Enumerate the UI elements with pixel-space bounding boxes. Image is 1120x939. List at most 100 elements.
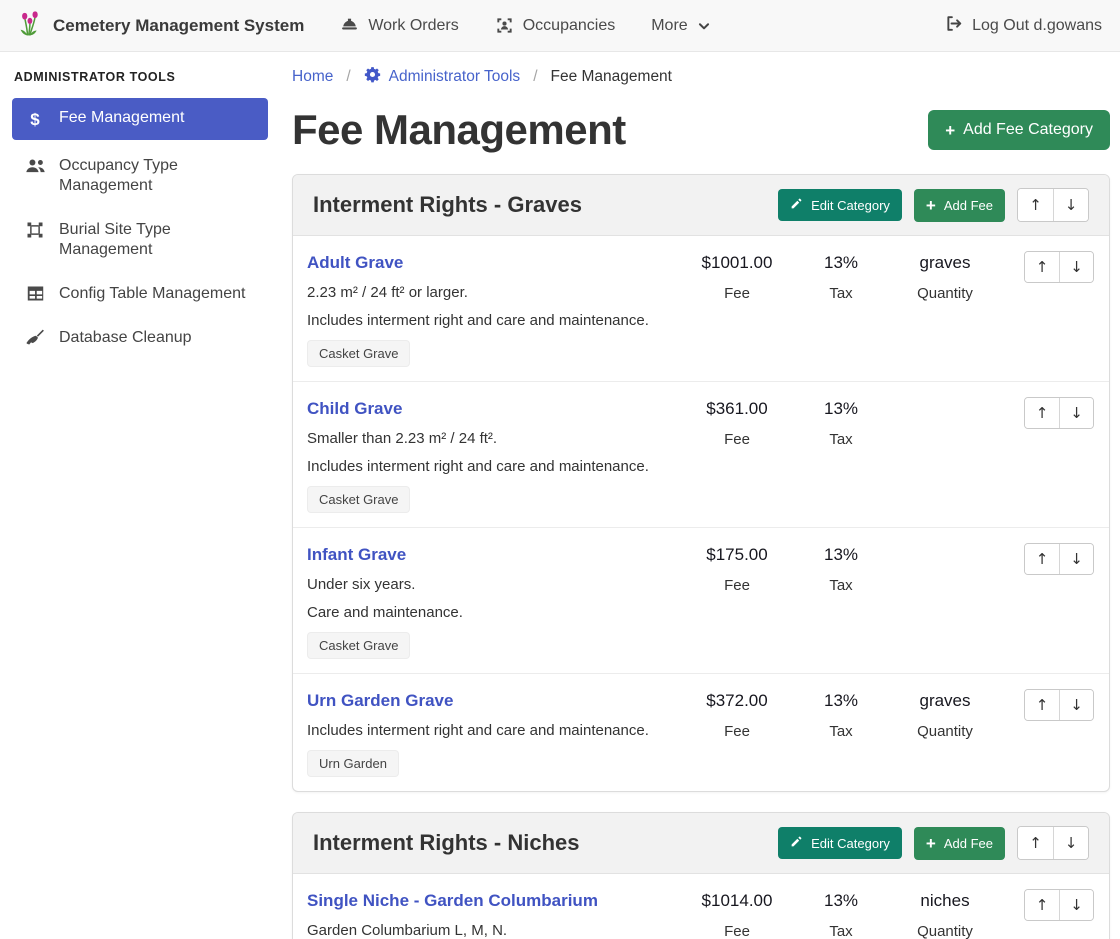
move-category-down-button[interactable]: ↓ bbox=[1053, 189, 1088, 221]
chevron-down-icon bbox=[697, 19, 711, 33]
quantity-label: Quantity bbox=[893, 923, 997, 939]
gear-icon bbox=[364, 66, 381, 88]
app-title: Cemetery Management System bbox=[53, 16, 304, 36]
quantity-column: graves Quantity bbox=[893, 689, 997, 740]
fee-description: Includes interment right and care and ma… bbox=[307, 458, 685, 475]
add-fee-category-label: Add Fee Category bbox=[963, 121, 1093, 139]
breadcrumb-home-link[interactable]: Home bbox=[292, 68, 333, 86]
move-fee-down-button[interactable]: ↓ bbox=[1059, 890, 1093, 920]
fee-description: Includes interment right and care and ma… bbox=[307, 312, 685, 329]
nav-more-label: More bbox=[651, 17, 687, 35]
sidebar-item-burial-site-type[interactable]: Burial Site Type Management bbox=[12, 212, 268, 268]
breadcrumb: Home / Administrator Tools / Fee Managem… bbox=[292, 66, 1110, 88]
breadcrumb-admin-tools-link[interactable]: Administrator Tools bbox=[364, 66, 521, 88]
breadcrumb-admin-tools-label: Administrator Tools bbox=[389, 68, 521, 86]
logout-button[interactable]: Log Out d.gowans bbox=[944, 14, 1102, 38]
add-fee-category-button[interactable]: + Add Fee Category bbox=[928, 110, 1110, 150]
tax-label: Tax bbox=[789, 431, 893, 448]
nav-occupancies[interactable]: Occupancies bbox=[495, 16, 616, 35]
quantity-label: Quantity bbox=[893, 723, 997, 740]
fee-description: Includes interment right and care and ma… bbox=[307, 722, 685, 739]
fee-name-link[interactable]: Single Niche - Garden Columbarium bbox=[307, 891, 598, 911]
nav-more[interactable]: More bbox=[651, 17, 710, 35]
fee-name-link[interactable]: Adult Grave bbox=[307, 253, 403, 273]
move-fee-down-button[interactable]: ↓ bbox=[1059, 690, 1093, 720]
fee-reorder-group: ↑ ↓ bbox=[1024, 397, 1094, 429]
move-fee-up-button[interactable]: ↑ bbox=[1025, 544, 1059, 574]
logout-label: Log Out d.gowans bbox=[972, 17, 1102, 35]
fee-amount-label: Fee bbox=[685, 723, 789, 740]
fee-description: Smaller than 2.23 m² / 24 ft². bbox=[307, 430, 685, 447]
move-fee-down-button[interactable]: ↓ bbox=[1059, 398, 1093, 428]
users-icon bbox=[24, 157, 46, 175]
breadcrumb-current: Fee Management bbox=[551, 68, 673, 86]
sidebar: ADMINISTRATOR TOOLS $ Fee Management Occ… bbox=[0, 52, 280, 364]
sidebar-item-fee-management[interactable]: $ Fee Management bbox=[12, 98, 268, 140]
category-title: Interment Rights - Graves bbox=[313, 192, 778, 218]
fee-row: Urn Garden Grave Includes interment righ… bbox=[293, 674, 1109, 791]
sidebar-item-label: Database Cleanup bbox=[59, 328, 192, 348]
fee-row: Adult Grave 2.23 m² / 24 ft² or larger. … bbox=[293, 236, 1109, 382]
move-category-up-button[interactable]: ↑ bbox=[1018, 189, 1053, 221]
add-fee-button[interactable]: + Add Fee bbox=[914, 189, 1005, 222]
breadcrumb-separator: / bbox=[533, 68, 537, 86]
edit-category-button[interactable]: Edit Category bbox=[778, 827, 902, 859]
sidebar-item-config-table[interactable]: Config Table Management bbox=[12, 276, 268, 312]
move-fee-up-button[interactable]: ↑ bbox=[1025, 252, 1059, 282]
app-brand[interactable]: Cemetery Management System bbox=[18, 10, 304, 42]
fee-category-card-niches: Interment Rights - Niches Edit Category … bbox=[292, 812, 1110, 939]
move-fee-down-button[interactable]: ↓ bbox=[1059, 544, 1093, 574]
tulip-logo-icon bbox=[18, 10, 44, 42]
quantity-column bbox=[893, 397, 997, 399]
sidebar-item-occupancy-type[interactable]: Occupancy Type Management bbox=[12, 148, 268, 204]
plus-icon: + bbox=[945, 122, 955, 139]
fee-reorder-group: ↑ ↓ bbox=[1024, 251, 1094, 283]
table-icon bbox=[24, 285, 46, 302]
fee-description: Garden Columbarium L, M, N. bbox=[307, 922, 685, 939]
edit-category-button[interactable]: Edit Category bbox=[778, 189, 902, 221]
dollar-icon: $ bbox=[24, 109, 46, 130]
fee-row: Child Grave Smaller than 2.23 m² / 24 ft… bbox=[293, 382, 1109, 528]
move-fee-up-button[interactable]: ↑ bbox=[1025, 690, 1059, 720]
fee-type-badge: Casket Grave bbox=[307, 340, 410, 367]
fee-name-link[interactable]: Infant Grave bbox=[307, 545, 406, 565]
fee-type-badge: Urn Garden bbox=[307, 750, 399, 777]
add-fee-label: Add Fee bbox=[944, 198, 993, 213]
move-fee-up-button[interactable]: ↑ bbox=[1025, 398, 1059, 428]
fee-amount-label: Fee bbox=[685, 923, 789, 939]
fee-reorder-group: ↑ ↓ bbox=[1024, 689, 1094, 721]
top-navbar: Cemetery Management System Work Orders O… bbox=[0, 0, 1120, 52]
tax-label: Tax bbox=[789, 577, 893, 594]
tax-column: 13% Tax bbox=[789, 543, 893, 594]
category-header: Interment Rights - Niches Edit Category … bbox=[293, 813, 1109, 874]
nav-work-orders[interactable]: Work Orders bbox=[340, 16, 458, 35]
move-category-up-button[interactable]: ↑ bbox=[1018, 827, 1053, 859]
quantity-value: graves bbox=[893, 253, 997, 273]
fee-amount: $1014.00 bbox=[685, 891, 789, 911]
move-category-down-button[interactable]: ↓ bbox=[1053, 827, 1088, 859]
category-reorder-group: ↑ ↓ bbox=[1017, 826, 1089, 860]
hard-hat-icon bbox=[340, 16, 359, 35]
vector-square-icon bbox=[24, 221, 46, 239]
move-fee-down-button[interactable]: ↓ bbox=[1059, 252, 1093, 282]
fee-name-link[interactable]: Child Grave bbox=[307, 399, 402, 419]
quantity-value: niches bbox=[893, 891, 997, 911]
add-fee-button[interactable]: + Add Fee bbox=[914, 827, 1005, 860]
sidebar-item-database-cleanup[interactable]: Database Cleanup bbox=[12, 320, 268, 356]
plus-icon: + bbox=[926, 197, 936, 214]
edit-category-label: Edit Category bbox=[811, 198, 890, 213]
fee-type-badge: Casket Grave bbox=[307, 632, 410, 659]
move-fee-up-button[interactable]: ↑ bbox=[1025, 890, 1059, 920]
sign-out-icon bbox=[944, 14, 963, 38]
sidebar-item-label: Burial Site Type Management bbox=[59, 220, 256, 260]
tax-label: Tax bbox=[789, 923, 893, 939]
tax-value: 13% bbox=[789, 399, 893, 419]
quantity-value: graves bbox=[893, 691, 997, 711]
fee-amount-label: Fee bbox=[685, 577, 789, 594]
category-reorder-group: ↑ ↓ bbox=[1017, 188, 1089, 222]
breadcrumb-separator: / bbox=[346, 68, 350, 86]
tax-column: 13% Tax bbox=[789, 397, 893, 448]
fee-name-link[interactable]: Urn Garden Grave bbox=[307, 691, 453, 711]
pencil-icon bbox=[790, 835, 803, 851]
fee-amount-column: $361.00 Fee bbox=[685, 397, 789, 448]
